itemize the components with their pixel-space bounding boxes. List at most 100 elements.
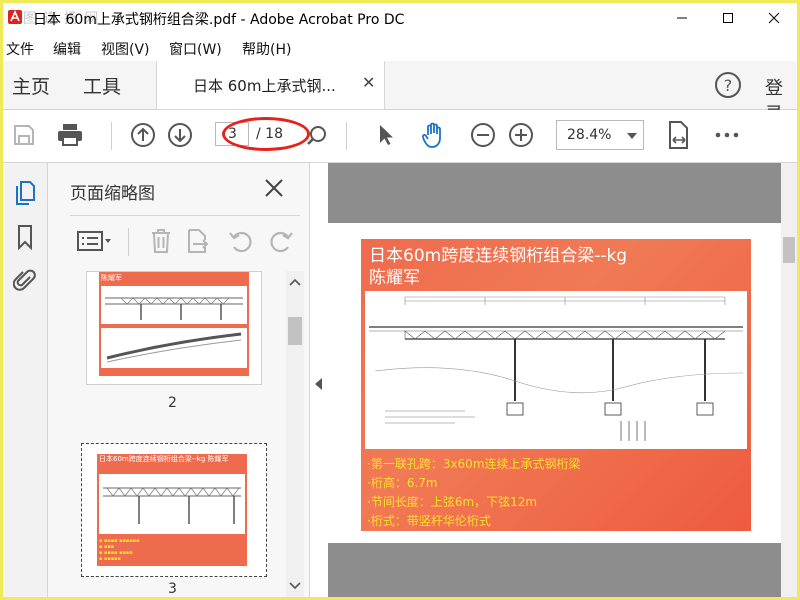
toolbar-divider bbox=[111, 122, 112, 150]
tab-strip: 主页 工具 日本 60m上承式钢... ✕ ? 登录 bbox=[3, 61, 797, 125]
trash-icon bbox=[152, 229, 170, 253]
collapse-panel-icon[interactable] bbox=[315, 378, 322, 390]
scrollbar-thumb[interactable] bbox=[783, 237, 795, 263]
acrobat-window: 图 连 扬 网 日本 60m上承式钢桁组合梁.pdf - Adobe Acrob… bbox=[3, 3, 797, 597]
thumbnail-page-number: 2 bbox=[168, 395, 177, 411]
more-tools-button[interactable] bbox=[712, 120, 742, 150]
bookmark-icon bbox=[18, 225, 32, 250]
save-icon bbox=[14, 125, 34, 145]
navigation-rail bbox=[3, 163, 48, 597]
thumbnail-scrollbar[interactable] bbox=[286, 271, 304, 597]
document-tab-label: 日本 60m上承式钢... bbox=[193, 77, 336, 95]
zoom-out-button[interactable] bbox=[468, 120, 498, 150]
bookmarks-button[interactable] bbox=[11, 223, 39, 251]
rotate-left-icon bbox=[229, 231, 252, 253]
thumbnail-panel: 页面缩略图 陈耀军 2 日本60m跨度连续钢桁组合梁--kg 陈耀军 ▪ ▪▪▪… bbox=[48, 163, 310, 597]
bullet-item: ·第一联孔跨：3x60m连续上承式钢桁梁 bbox=[367, 457, 581, 471]
print-button[interactable] bbox=[55, 120, 85, 150]
close-panel-icon[interactable] bbox=[263, 177, 285, 199]
bridge-drawing bbox=[365, 291, 747, 449]
help-icon[interactable]: ? bbox=[714, 71, 742, 99]
close-tab-icon[interactable]: ✕ bbox=[362, 73, 375, 92]
menu-edit[interactable]: 编辑 bbox=[53, 39, 81, 59]
bullet-item: ·桁式：带竖杆华伦桁式 bbox=[367, 514, 491, 528]
thumbnail-caption: 陈耀军 bbox=[101, 274, 122, 282]
maximize-icon bbox=[723, 13, 733, 23]
menu-view[interactable]: 视图(V) bbox=[101, 39, 150, 59]
zoom-level-value: 28.4% bbox=[567, 127, 612, 143]
close-icon bbox=[768, 12, 780, 24]
menu-window[interactable]: 窗口(W) bbox=[169, 39, 222, 59]
delete-page-button[interactable] bbox=[146, 226, 176, 256]
slide-title-line: 日本60m跨度连续钢桁组合梁--kg bbox=[369, 246, 628, 266]
fit-page-button[interactable] bbox=[664, 120, 694, 150]
minimize-button[interactable] bbox=[659, 3, 705, 33]
previous-page-button[interactable] bbox=[128, 120, 158, 150]
bridge-elevation-drawing-icon bbox=[369, 296, 744, 441]
maximize-button[interactable] bbox=[705, 3, 751, 33]
tab-home[interactable]: 主页 bbox=[12, 72, 50, 99]
rotate-right-icon bbox=[270, 231, 293, 253]
save-button[interactable] bbox=[9, 120, 39, 150]
thumbnail-options-button[interactable] bbox=[74, 226, 116, 256]
thumbnail-drawing bbox=[99, 474, 245, 534]
thumbnail-page-image: 陈耀军 bbox=[99, 272, 249, 376]
page-up-icon bbox=[131, 123, 155, 147]
main-toolbar: 3 / 18 28.4% bbox=[3, 110, 797, 163]
svg-text:?: ? bbox=[724, 76, 733, 95]
bullet-item: ·桁高：6.7m bbox=[367, 476, 438, 490]
tab-document[interactable]: 日本 60m上承式钢... ✕ bbox=[156, 61, 385, 109]
panel-divider bbox=[128, 228, 129, 256]
slide-title: 日本60m跨度连续钢桁组合梁--kg 陈耀军 bbox=[369, 245, 627, 289]
scroll-down-icon[interactable] bbox=[286, 579, 304, 593]
bridge-sketch-icon bbox=[105, 297, 243, 320]
fit-page-icon bbox=[669, 121, 688, 149]
attachments-button[interactable] bbox=[11, 267, 39, 295]
red-annotation-ellipse bbox=[222, 117, 310, 151]
page-down-icon bbox=[168, 123, 192, 147]
paperclip-icon bbox=[13, 269, 36, 291]
hand-tool-button[interactable] bbox=[419, 120, 449, 150]
thumbnail-caption: 日本60m跨度连续钢桁组合梁--kg 陈耀军 bbox=[99, 455, 229, 463]
page-thumbnails-icon bbox=[16, 181, 35, 205]
extract-page-button[interactable] bbox=[182, 226, 212, 256]
thumbnail-list: 陈耀军 2 日本60m跨度连续钢桁组合梁--kg 陈耀军 ▪ ▪▪▪▪ ▪▪▪▪… bbox=[48, 271, 309, 597]
toolbar-divider bbox=[346, 122, 347, 150]
thumbnail-drawing bbox=[101, 286, 247, 324]
zoom-in-button[interactable] bbox=[506, 120, 536, 150]
slide-content: 日本60m跨度连续钢桁组合梁--kg 陈耀军 ·第一联孔跨：3x60m连续上承式… bbox=[361, 239, 751, 531]
slide-author: 陈耀军 bbox=[369, 268, 420, 288]
zoom-level-select[interactable]: 28.4% bbox=[556, 120, 644, 150]
thumbnail-page-image: 日本60m跨度连续钢桁组合梁--kg 陈耀军 ▪ ▪▪▪▪ ▪▪▪▪▪▪ ▪ ▪▪… bbox=[97, 454, 247, 566]
options-menu-icon bbox=[77, 231, 111, 251]
scroll-up-icon[interactable] bbox=[286, 275, 304, 289]
document-viewport: 日本60m跨度连续钢桁组合梁--kg 陈耀军 ·第一联孔跨：3x60m连续上承式… bbox=[328, 163, 781, 597]
next-page-button[interactable] bbox=[165, 120, 195, 150]
tab-tools[interactable]: 工具 bbox=[83, 72, 121, 99]
select-tool-button[interactable] bbox=[371, 120, 401, 150]
thumbnail-page-number: 3 bbox=[168, 581, 177, 597]
scrollbar-thumb[interactable] bbox=[288, 317, 302, 345]
bullet-item: ·节间长度：上弦6m，下弦12m bbox=[367, 495, 538, 509]
rotate-right-button[interactable] bbox=[266, 226, 296, 256]
menu-help[interactable]: 帮助(H) bbox=[242, 39, 291, 59]
panel-title: 页面缩略图 bbox=[70, 184, 155, 204]
menu-bar: 文件 编辑 视图(V) 窗口(W) 帮助(H) bbox=[3, 35, 797, 61]
zoom-out-icon bbox=[471, 123, 495, 147]
zoom-in-icon bbox=[509, 123, 533, 147]
thumbnail-page-3[interactable]: 日本60m跨度连续钢桁组合梁--kg 陈耀军 ▪ ▪▪▪▪ ▪▪▪▪▪▪ ▪ ▪▪… bbox=[81, 443, 267, 577]
close-window-button[interactable] bbox=[751, 3, 797, 33]
slide-bullets: ·第一联孔跨：3x60m连续上承式钢桁梁 ·桁高：6.7m ·节间长度：上弦6m… bbox=[367, 455, 581, 531]
thumbnail-page-2[interactable]: 陈耀军 bbox=[86, 271, 262, 385]
more-icon bbox=[715, 132, 739, 138]
hand-icon bbox=[422, 122, 441, 148]
rotate-left-button[interactable] bbox=[226, 226, 256, 256]
curved-bridge-sketch-icon bbox=[106, 332, 242, 363]
title-bar: 图 连 扬 网 日本 60m上承式钢桁组合梁.pdf - Adobe Acrob… bbox=[3, 3, 797, 33]
bridge-elevation-sketch-icon bbox=[103, 487, 241, 524]
page-thumbnails-button[interactable] bbox=[11, 179, 39, 207]
thumbnail-drawing bbox=[101, 328, 247, 368]
document-scrollbar[interactable] bbox=[781, 163, 797, 597]
thumbnail-bullets: ▪ ▪▪▪▪ ▪▪▪▪▪▪ ▪ ▪▪▪ ▪ ▪▪▪▪ ▪▪▪▪ ▪ ▪▪▪▪▪ bbox=[99, 538, 140, 562]
menu-file[interactable]: 文件 bbox=[6, 39, 34, 59]
